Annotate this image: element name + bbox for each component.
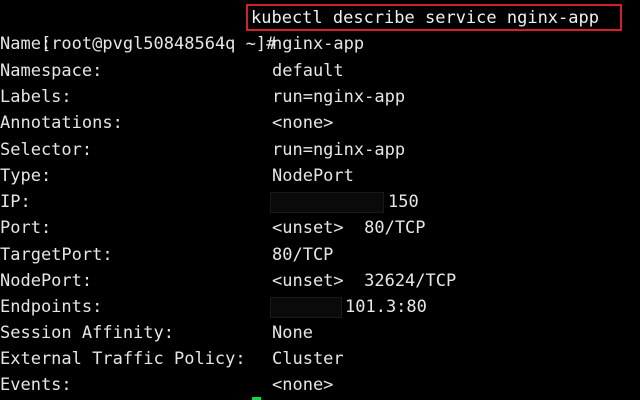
field-key: External Traffic Policy: xyxy=(0,349,246,369)
field-key: Type: xyxy=(0,166,52,186)
field-row-session-affinity: Session Affinity: None xyxy=(0,320,640,346)
field-key: Namespace: xyxy=(0,61,103,81)
prompt-line: [root@pvgl50848564q ~]# xyxy=(0,5,276,54)
field-value: run=nginx-app xyxy=(272,87,406,107)
field-value: <none> xyxy=(272,375,334,395)
field-key: IP: xyxy=(0,192,31,212)
field-row-type: Type: NodePort xyxy=(0,163,640,189)
field-key: Port: xyxy=(0,218,52,238)
field-value: nginx-app xyxy=(272,34,365,54)
field-row-port: Port: <unset> 80/TCP xyxy=(0,215,640,241)
redacted-endpoint-block xyxy=(270,297,342,318)
field-value: 101.3:80 xyxy=(345,297,427,317)
field-value: 150 xyxy=(388,192,419,212)
field-row-ip: IP: 150 xyxy=(0,189,640,215)
redacted-ip-block xyxy=(270,192,384,213)
field-row-external-traffic-policy: External Traffic Policy: Cluster xyxy=(0,346,640,372)
terminal-window[interactable]: [root@pvgl50848564q ~]# kubectl describe… xyxy=(0,0,640,400)
field-key: Selector: xyxy=(0,140,93,160)
field-key: Labels: xyxy=(0,87,72,107)
field-row-selector: Selector: run=nginx-app xyxy=(0,137,640,163)
field-key: Events: xyxy=(0,375,72,395)
field-key: Session Affinity: xyxy=(0,323,174,343)
field-row-nodeport: NodePort: <unset> 32624/TCP xyxy=(0,268,640,294)
field-value: None xyxy=(272,323,313,343)
command-text: kubectl describe service nginx-app xyxy=(251,8,599,28)
field-key: Endpoints: xyxy=(0,297,103,317)
field-value: <unset> 80/TCP xyxy=(272,218,426,238)
field-row-labels: Labels: run=nginx-app xyxy=(0,84,640,110)
field-value: <unset> 32624/TCP xyxy=(272,271,457,291)
field-key: Annotations: xyxy=(0,113,123,133)
field-row-namespace: Namespace: default xyxy=(0,58,640,84)
field-row-events: Events: <none> xyxy=(0,372,640,398)
field-value: default xyxy=(272,61,344,81)
field-row-annotations: Annotations: <none> xyxy=(0,110,640,136)
field-value: <none> xyxy=(272,113,334,133)
field-value: Cluster xyxy=(272,349,344,369)
field-value: run=nginx-app xyxy=(272,140,406,160)
field-value: 80/TCP xyxy=(272,245,334,265)
field-value: NodePort xyxy=(272,166,354,186)
field-row-name: Name: nginx-app xyxy=(0,31,640,57)
field-row-endpoints: Endpoints: 101.3:80 xyxy=(0,294,640,320)
field-key: Name: xyxy=(0,34,52,54)
field-row-targetport: TargetPort: 80/TCP xyxy=(0,242,640,268)
field-key: TargetPort: xyxy=(0,245,113,265)
field-key: NodePort: xyxy=(0,271,93,291)
